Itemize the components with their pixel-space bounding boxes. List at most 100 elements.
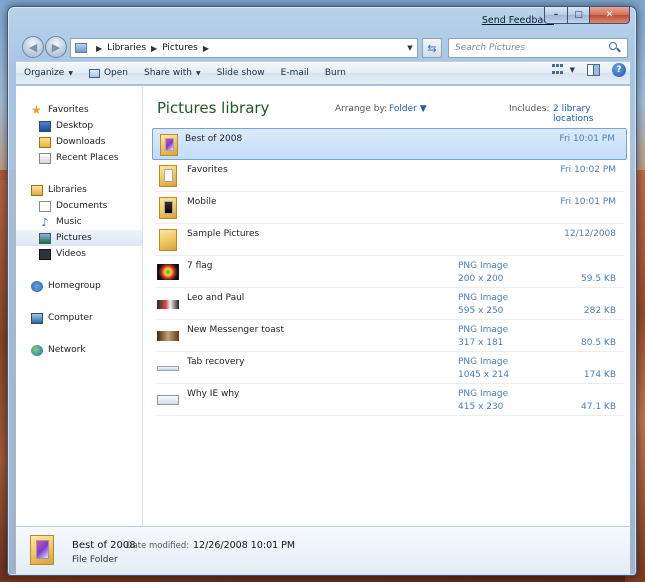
back-button[interactable]: ◀	[22, 36, 44, 58]
arrange-by-value: Folder	[389, 104, 417, 114]
image-thumbnail	[157, 331, 179, 341]
file-dimensions: 317 x 181	[458, 338, 504, 348]
nav-desktop[interactable]: Desktop	[16, 118, 142, 134]
title-bar[interactable]: Send Feedback – □ ✕	[8, 7, 636, 33]
file-date: Fri 10:01 PM	[559, 134, 615, 144]
nav-network-label: Network	[48, 345, 86, 355]
slide-show-label: Slide show	[216, 68, 265, 78]
file-type: PNG Image	[458, 357, 509, 367]
share-with-label: Share with	[144, 68, 192, 78]
open-label: Open	[103, 68, 128, 78]
minimize-button[interactable]: –	[544, 7, 568, 24]
close-button[interactable]: ✕	[590, 7, 630, 24]
change-view-icon[interactable]	[551, 64, 566, 76]
chevron-down-icon: ▼	[195, 69, 201, 77]
nav-network[interactable]: Network	[16, 342, 142, 358]
homegroup-group: Homegroup	[16, 278, 142, 294]
folder-icon	[30, 535, 54, 565]
breadcrumb-separator-icon[interactable]: ▶	[203, 44, 209, 53]
breadcrumb-separator-icon[interactable]: ▶	[151, 44, 157, 53]
file-row-why-ie-why[interactable]: Why IE why PNG Image 415 x 230 47.1 KB	[155, 384, 624, 416]
file-name: Leo and Paul	[187, 293, 245, 303]
nav-music-label: Music	[56, 217, 82, 227]
nav-favorites[interactable]: ★ Favorites	[16, 102, 142, 118]
toolbar-right-group: ▼ ?	[548, 63, 626, 77]
caption-buttons: – □ ✕	[544, 7, 630, 24]
navigation-pane: ★ Favorites Desktop Downloads Recent Pla…	[16, 86, 143, 526]
file-dimensions: 595 x 250	[458, 306, 504, 316]
nav-videos[interactable]: Videos	[16, 246, 142, 262]
file-date: Fri 10:02 PM	[560, 165, 616, 175]
nav-documents[interactable]: Documents	[16, 198, 142, 214]
file-row-sample-pictures[interactable]: Sample Pictures 12/12/2008	[155, 224, 624, 256]
file-size: 59.5 KB	[581, 274, 616, 284]
breadcrumb-separator-icon[interactable]: ▶	[96, 44, 102, 53]
email-label: E-mail	[280, 68, 309, 78]
address-bar[interactable]: ▶ Libraries ▶ Pictures ▶ ▼	[70, 38, 418, 58]
burn-button[interactable]: Burn	[317, 62, 354, 84]
image-thumbnail	[157, 264, 179, 280]
file-dimensions: 1045 x 214	[458, 370, 510, 380]
chevron-down-icon: ▼	[419, 104, 427, 114]
library-locations-link[interactable]: 2 library locations	[553, 104, 624, 124]
preview-pane-icon[interactable]	[587, 64, 600, 76]
file-size: 80.5 KB	[581, 338, 616, 348]
pictures-icon	[39, 232, 51, 244]
nav-downloads[interactable]: Downloads	[16, 134, 142, 150]
nav-recent-places[interactable]: Recent Places	[16, 150, 142, 166]
open-button[interactable]: Open	[81, 62, 136, 84]
nav-pictures[interactable]: Pictures	[16, 230, 142, 246]
computer-icon	[31, 312, 43, 324]
share-with-button[interactable]: Share with ▼	[136, 62, 209, 84]
nav-music[interactable]: ♪ Music	[16, 214, 142, 230]
file-type: PNG Image	[458, 293, 509, 303]
organize-button[interactable]: Organize ▼	[16, 62, 81, 84]
music-icon: ♪	[41, 215, 49, 229]
main-content: ★ Favorites Desktop Downloads Recent Pla…	[16, 86, 630, 526]
refresh-button[interactable]: ⇆	[422, 38, 442, 58]
downloads-icon	[39, 136, 51, 148]
nav-desktop-label: Desktop	[56, 121, 94, 131]
nav-homegroup[interactable]: Homegroup	[16, 278, 142, 294]
documents-icon	[39, 200, 51, 212]
file-row-tab-recovery[interactable]: Tab recovery PNG Image 1045 x 214 174 KB	[155, 352, 624, 384]
forward-arrow-icon: ▶	[51, 40, 61, 54]
address-history-dropdown-icon[interactable]: ▼	[403, 39, 417, 57]
file-name: 7 flag	[187, 261, 213, 271]
file-list: Best of 2008 Fri 10:01 PM Favorites Fri …	[152, 128, 627, 416]
email-button[interactable]: E-mail	[273, 62, 317, 84]
nav-libraries[interactable]: Libraries	[16, 182, 142, 198]
file-list-pane: Pictures library Arrange by: Folder ▼ In…	[143, 86, 630, 526]
search-icon[interactable]	[609, 42, 621, 54]
file-size: 282 KB	[583, 306, 616, 316]
help-icon[interactable]: ?	[612, 63, 626, 77]
file-row-leo-and-paul[interactable]: Leo and Paul PNG Image 595 x 250 282 KB	[155, 288, 624, 320]
view-options-dropdown-icon[interactable]: ▼	[570, 66, 575, 74]
forward-button[interactable]: ▶	[45, 36, 67, 58]
file-row-best-of-2008[interactable]: Best of 2008 Fri 10:01 PM	[152, 128, 627, 160]
file-row-favorites[interactable]: Favorites Fri 10:02 PM	[155, 160, 624, 192]
navigation-bar: ◀ ▶ ▶ Libraries ▶ Pictures ▶ ▼ ⇆	[16, 35, 630, 61]
maximize-button[interactable]: □	[568, 7, 590, 24]
image-thumbnail	[157, 366, 179, 371]
search-box[interactable]	[448, 38, 628, 58]
arrange-by-dropdown[interactable]: Folder ▼	[389, 104, 427, 114]
search-input[interactable]	[455, 43, 605, 53]
pictures-library-icon	[75, 43, 87, 53]
details-modified-label: Date modified:	[126, 541, 190, 551]
file-row-7-flag[interactable]: 7 flag PNG Image 200 x 200 59.5 KB	[155, 256, 624, 288]
file-date: 12/12/2008	[564, 229, 616, 239]
breadcrumb-libraries[interactable]: Libraries	[107, 43, 146, 53]
command-bar: Organize ▼ Open Share with ▼ Slide show …	[16, 61, 630, 85]
file-date: Fri 10:01 PM	[560, 197, 616, 207]
file-row-mobile[interactable]: Mobile Fri 10:01 PM	[155, 192, 624, 224]
nav-computer[interactable]: Computer	[16, 310, 142, 326]
slide-show-button[interactable]: Slide show	[209, 62, 273, 84]
breadcrumb-pictures[interactable]: Pictures	[162, 43, 198, 53]
file-type: PNG Image	[458, 325, 509, 335]
file-row-new-messenger-toast[interactable]: New Messenger toast PNG Image 317 x 181 …	[155, 320, 624, 352]
nav-pictures-label: Pictures	[56, 233, 92, 243]
network-icon	[31, 344, 43, 356]
chevron-down-icon: ▼	[68, 69, 73, 77]
nav-favorites-label: Favorites	[48, 105, 89, 115]
